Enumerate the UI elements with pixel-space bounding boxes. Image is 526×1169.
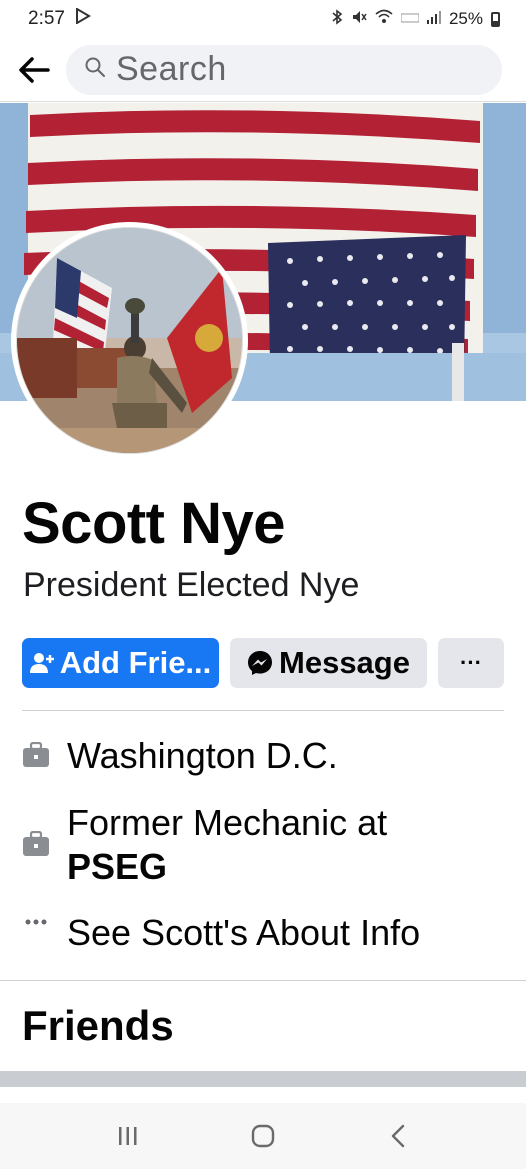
briefcase-icon <box>22 831 50 857</box>
signal-icon <box>426 10 441 28</box>
see-about-info-link[interactable]: See Scott's About Info <box>67 911 420 955</box>
recent-apps-icon[interactable] <box>108 1116 148 1156</box>
more-options-button[interactable]: ··· <box>438 638 504 688</box>
profile-name: Scott Nye <box>22 491 286 556</box>
add-friend-button[interactable]: Add Frie... <box>22 638 219 688</box>
bluetooth-icon <box>331 9 343 29</box>
message-label: Message <box>279 645 410 680</box>
back-icon[interactable] <box>378 1116 418 1156</box>
add-friend-label: Add Frie... <box>59 645 212 680</box>
volte-icon <box>400 11 420 28</box>
divider <box>22 710 504 711</box>
battery-icon <box>491 11 500 27</box>
work-title: Former Mechanic at <box>67 802 388 843</box>
work-company-link[interactable]: PSEG <box>67 846 167 887</box>
info-about[interactable]: See Scott's About Info <box>22 911 420 955</box>
messenger-icon <box>247 650 273 676</box>
battery-percent: 25% <box>448 9 483 28</box>
message-button[interactable]: Message <box>230 638 427 688</box>
section-separator <box>0 1071 526 1087</box>
add-friend-icon <box>29 652 54 674</box>
location-text: Washington D.C. <box>67 735 338 776</box>
divider <box>0 980 526 981</box>
home-icon[interactable] <box>243 1116 283 1156</box>
status-time: 2:57 <box>28 8 65 29</box>
wifi-icon <box>375 9 393 29</box>
info-work: Former Mechanic at PSEG <box>22 801 387 889</box>
more-label: ··· <box>460 650 482 675</box>
play-store-icon <box>75 7 91 30</box>
status-bar: 2:57 25% <box>0 0 526 38</box>
work-text: Former Mechanic at PSEG <box>67 801 387 889</box>
system-nav-bar <box>0 1103 526 1169</box>
more-dots-icon <box>22 917 50 927</box>
info-location: Washington D.C. <box>22 734 338 778</box>
profile-picture <box>16 227 243 454</box>
friends-heading[interactable]: Friends <box>22 1002 174 1050</box>
search-input[interactable]: Search <box>66 44 502 95</box>
search-header: Search <box>0 38 526 102</box>
mute-icon <box>351 9 367 29</box>
profile-subtitle: President Elected Nye <box>23 566 360 604</box>
back-arrow-icon[interactable] <box>14 50 54 90</box>
search-placeholder: Search <box>116 50 227 88</box>
action-buttons: Add Frie... Message ··· <box>22 638 504 688</box>
search-icon <box>84 56 106 83</box>
spacer <box>0 1087 526 1103</box>
briefcase-icon <box>22 742 50 768</box>
avatar[interactable] <box>11 222 248 459</box>
